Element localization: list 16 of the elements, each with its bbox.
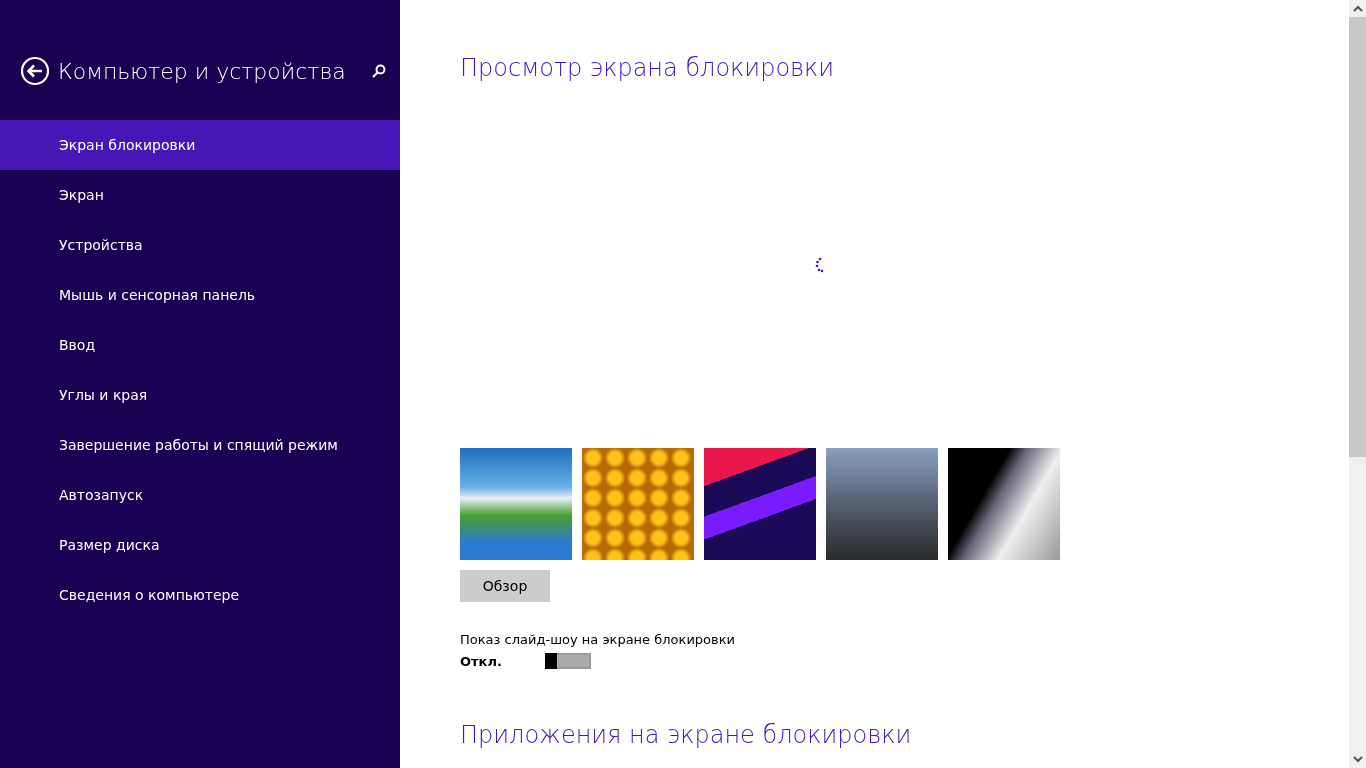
section-heading: Просмотр экрана блокировки xyxy=(460,54,836,82)
page-title: Компьютер и устройства xyxy=(58,58,346,84)
nav-item[interactable]: Ввод xyxy=(0,320,400,370)
nav-item[interactable]: Устройства xyxy=(0,220,400,270)
toggle-state: Откл. xyxy=(460,653,503,669)
slideshow-label: Показ слайд-шоу на экране блокировки xyxy=(460,632,736,647)
nav-item[interactable]: Размер диска xyxy=(0,520,400,570)
nav-item[interactable]: Экран блокировки xyxy=(0,120,400,170)
browse-button[interactable]: Обзор xyxy=(460,570,550,602)
nav-item[interactable]: Автозапуск xyxy=(0,470,400,520)
section-heading: Приложения на экране блокировки xyxy=(460,721,913,749)
nav-item[interactable]: Экран xyxy=(0,170,400,220)
nav-item[interactable]: Углы и края xyxy=(0,370,400,420)
nav-item[interactable]: Мышь и сенсорная панель xyxy=(0,270,400,320)
nav-item[interactable]: Сведения о компьютере xyxy=(0,570,400,620)
nav-item[interactable]: Завершение работы и спящий режим xyxy=(0,420,400,470)
